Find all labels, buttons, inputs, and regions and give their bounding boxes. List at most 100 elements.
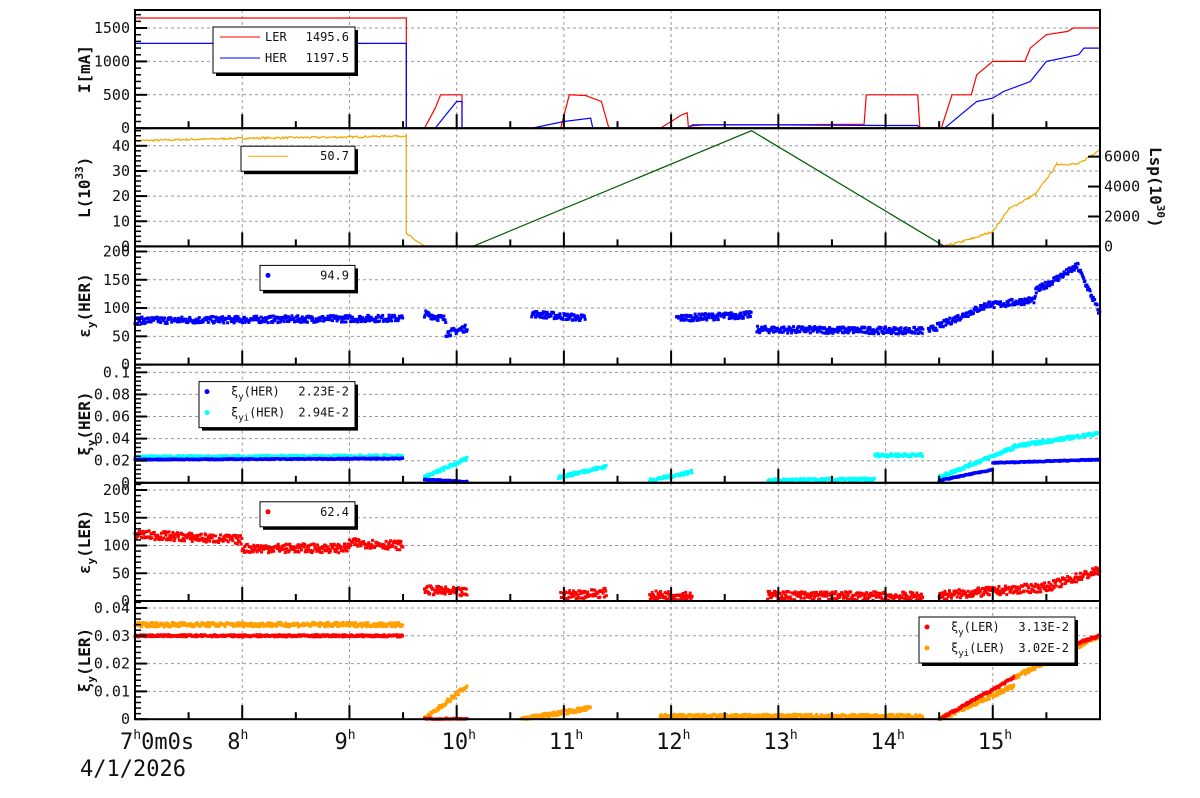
data-point [197,316,201,320]
data-point [1078,268,1082,272]
data-point [879,325,883,329]
data-point [390,319,394,323]
data-point [305,550,309,554]
data-point [834,590,838,594]
data-point [175,622,179,626]
data-point [975,306,979,310]
data-point [737,316,741,320]
data-point [805,595,809,599]
data-point [566,312,570,316]
data-point [974,592,978,596]
data-point [444,320,448,324]
data-point [586,590,590,594]
data-point [356,320,360,324]
data-point [863,326,867,330]
data-point [749,310,753,314]
data-point [299,320,303,324]
data-point [535,310,539,314]
data-point [1075,265,1079,269]
data-point [604,589,608,593]
data-point [585,708,589,712]
data-point [1080,271,1084,275]
data-point [790,331,794,335]
data-point [899,326,903,330]
data-point [204,533,208,537]
data-point [941,325,945,329]
data-point [921,327,925,331]
data-point [659,590,663,594]
data-point [213,534,217,538]
data-point [571,318,575,322]
data-point [277,545,281,549]
data-point [556,713,560,717]
data-point [382,543,386,547]
data-point [943,589,947,593]
data-point [815,590,819,594]
data-point [931,324,935,328]
data-point [395,548,399,552]
data-point [311,549,315,553]
data-point [861,330,865,334]
data-point [344,545,348,549]
data-point [377,319,381,323]
data-point [394,625,398,629]
data-point [987,585,991,589]
data-point [303,542,307,546]
data-point [801,325,805,329]
data-point [909,597,913,601]
data-point [226,321,230,325]
data-point [331,319,335,323]
data-point [1008,303,1012,307]
data-point [240,536,244,540]
data-point [716,318,720,322]
data-point [312,542,316,546]
data-point [269,314,273,318]
data-point [601,591,605,595]
data-point [690,594,694,598]
data-point [741,316,745,320]
data-point [211,314,215,318]
data-point [162,536,166,540]
data-point [465,684,469,688]
data-point [681,591,685,595]
data-point [532,313,536,317]
data-point [399,539,403,543]
data-point [332,542,336,546]
data-point [1037,584,1041,588]
data-point [292,316,296,320]
data-point [401,623,405,627]
data-point [1035,590,1039,594]
data-point [907,327,911,331]
data-point [190,532,194,536]
data-point [239,534,243,538]
data-point [152,530,156,534]
data-point [1050,282,1054,286]
data-point [1029,591,1033,595]
data-point [879,596,883,600]
data-point [748,315,752,319]
data-point [802,596,806,600]
data-point [235,534,239,538]
data-point [978,589,982,593]
data-point [982,302,986,306]
data-point [381,313,385,317]
data-point [576,315,580,319]
data-point [337,551,341,555]
data-point [167,530,171,534]
data-point [169,538,173,542]
data-point [359,320,363,324]
data-point [716,314,720,318]
data-point [210,536,214,540]
data-point [603,586,607,590]
data-point [1043,581,1047,585]
data-point [1078,571,1082,575]
data-point [1054,584,1058,588]
data-point [1038,587,1042,591]
data-point [688,591,692,595]
data-point [373,544,377,548]
data-point [1059,579,1063,583]
data-point [588,705,592,709]
data-point [436,318,440,322]
data-point [549,314,553,318]
data-point [219,533,223,537]
